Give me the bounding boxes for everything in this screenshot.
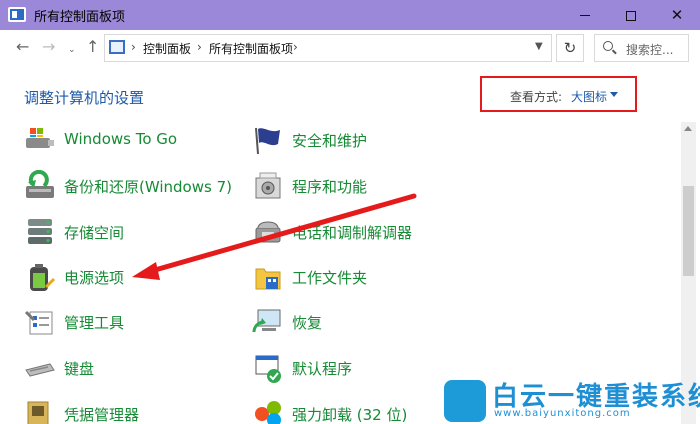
close-button[interactable]: ✕ [654, 0, 700, 30]
item-label: 默认程序 [292, 360, 353, 378]
search-placeholder: 搜索控... [626, 43, 674, 57]
forward-arrow-icon[interactable]: → [42, 38, 55, 56]
control-panel-icon [109, 40, 125, 54]
item-label: 键盘 [64, 360, 95, 378]
usb-drive-icon [26, 128, 54, 148]
security-flag-icon [255, 127, 280, 155]
item-label: 恢复 [292, 314, 323, 332]
breadcrumb-separator-icon[interactable]: › [131, 40, 136, 54]
item-label: 电源选项 [64, 269, 125, 287]
up-arrow-icon[interactable]: ↑ [86, 38, 99, 56]
scroll-up-icon[interactable] [684, 126, 692, 131]
recovery-icon [252, 309, 281, 333]
back-arrow-icon[interactable]: ← [16, 38, 29, 56]
default-programs-icon [255, 355, 281, 383]
item-label: 存储空间 [64, 224, 125, 242]
bird-logo-icon [444, 380, 486, 422]
page-heading: 调整计算机的设置 [24, 89, 145, 107]
item-label: 工作文件夹 [292, 269, 368, 287]
item-label: 凭据管理器 [64, 406, 140, 424]
refresh-button[interactable]: ↻ [556, 34, 584, 62]
breadcrumb-control-panel[interactable]: 控制面板 [143, 40, 191, 57]
credential-manager-icon [27, 401, 49, 424]
address-dropdown-icon[interactable]: ▼ [535, 41, 543, 52]
refresh-icon: ↻ [563, 39, 577, 57]
minimize-button[interactable] [562, 0, 608, 30]
dropdown-caret-icon[interactable] [610, 92, 618, 97]
breadcrumb-separator-icon[interactable]: › [293, 40, 298, 54]
power-options-icon [30, 264, 56, 291]
view-by-selector: 查看方式: 大图标 [480, 76, 637, 112]
breadcrumb-all-items[interactable]: 所有控制面板项 [209, 40, 293, 57]
item-label: 管理工具 [64, 314, 125, 332]
scrollbar-thumb[interactable] [683, 186, 694, 276]
programs-features-icon [255, 172, 281, 199]
watermark-url: www.baiyunxitong.com [494, 408, 631, 419]
storage-spaces-icon [28, 219, 52, 244]
maximize-button[interactable] [608, 0, 654, 30]
maximize-icon [626, 10, 636, 21]
item-label: 强力卸载 (32 位) [292, 406, 408, 424]
minimize-icon [580, 15, 590, 16]
breadcrumb-separator-icon[interactable]: › [197, 40, 202, 54]
control-panel-icon [8, 7, 26, 22]
item-label: 程序和功能 [292, 178, 368, 196]
item-label: 电话和调制解调器 [292, 224, 413, 242]
recent-locations-icon[interactable]: ⌄ [68, 41, 76, 59]
item-label: 备份和还原(Windows 7) [64, 178, 232, 196]
backup-restore-icon [26, 170, 54, 198]
address-bar[interactable]: › 控制面板 › 所有控制面板项 › ▼ [104, 34, 552, 62]
phone-modem-icon [255, 221, 281, 243]
keyboard-icon [25, 363, 55, 377]
uninstaller-icon [255, 401, 281, 424]
watermark: 白云一键重装系统 www.baiyunxitong.com [440, 376, 700, 424]
close-icon: ✕ [670, 6, 684, 24]
search-box[interactable]: 搜索控... [594, 34, 689, 62]
search-icon [603, 41, 613, 51]
work-folders-icon [255, 268, 281, 290]
admin-tools-icon [24, 310, 53, 335]
view-by-dropdown[interactable]: 大图标 [571, 88, 607, 105]
view-by-label: 查看方式: [510, 90, 563, 104]
title-bar: 所有控制面板项 ✕ [0, 0, 700, 30]
window-title: 所有控制面板项 [34, 10, 126, 25]
item-label: Windows To Go [64, 130, 178, 148]
item-label: 安全和维护 [292, 132, 368, 150]
